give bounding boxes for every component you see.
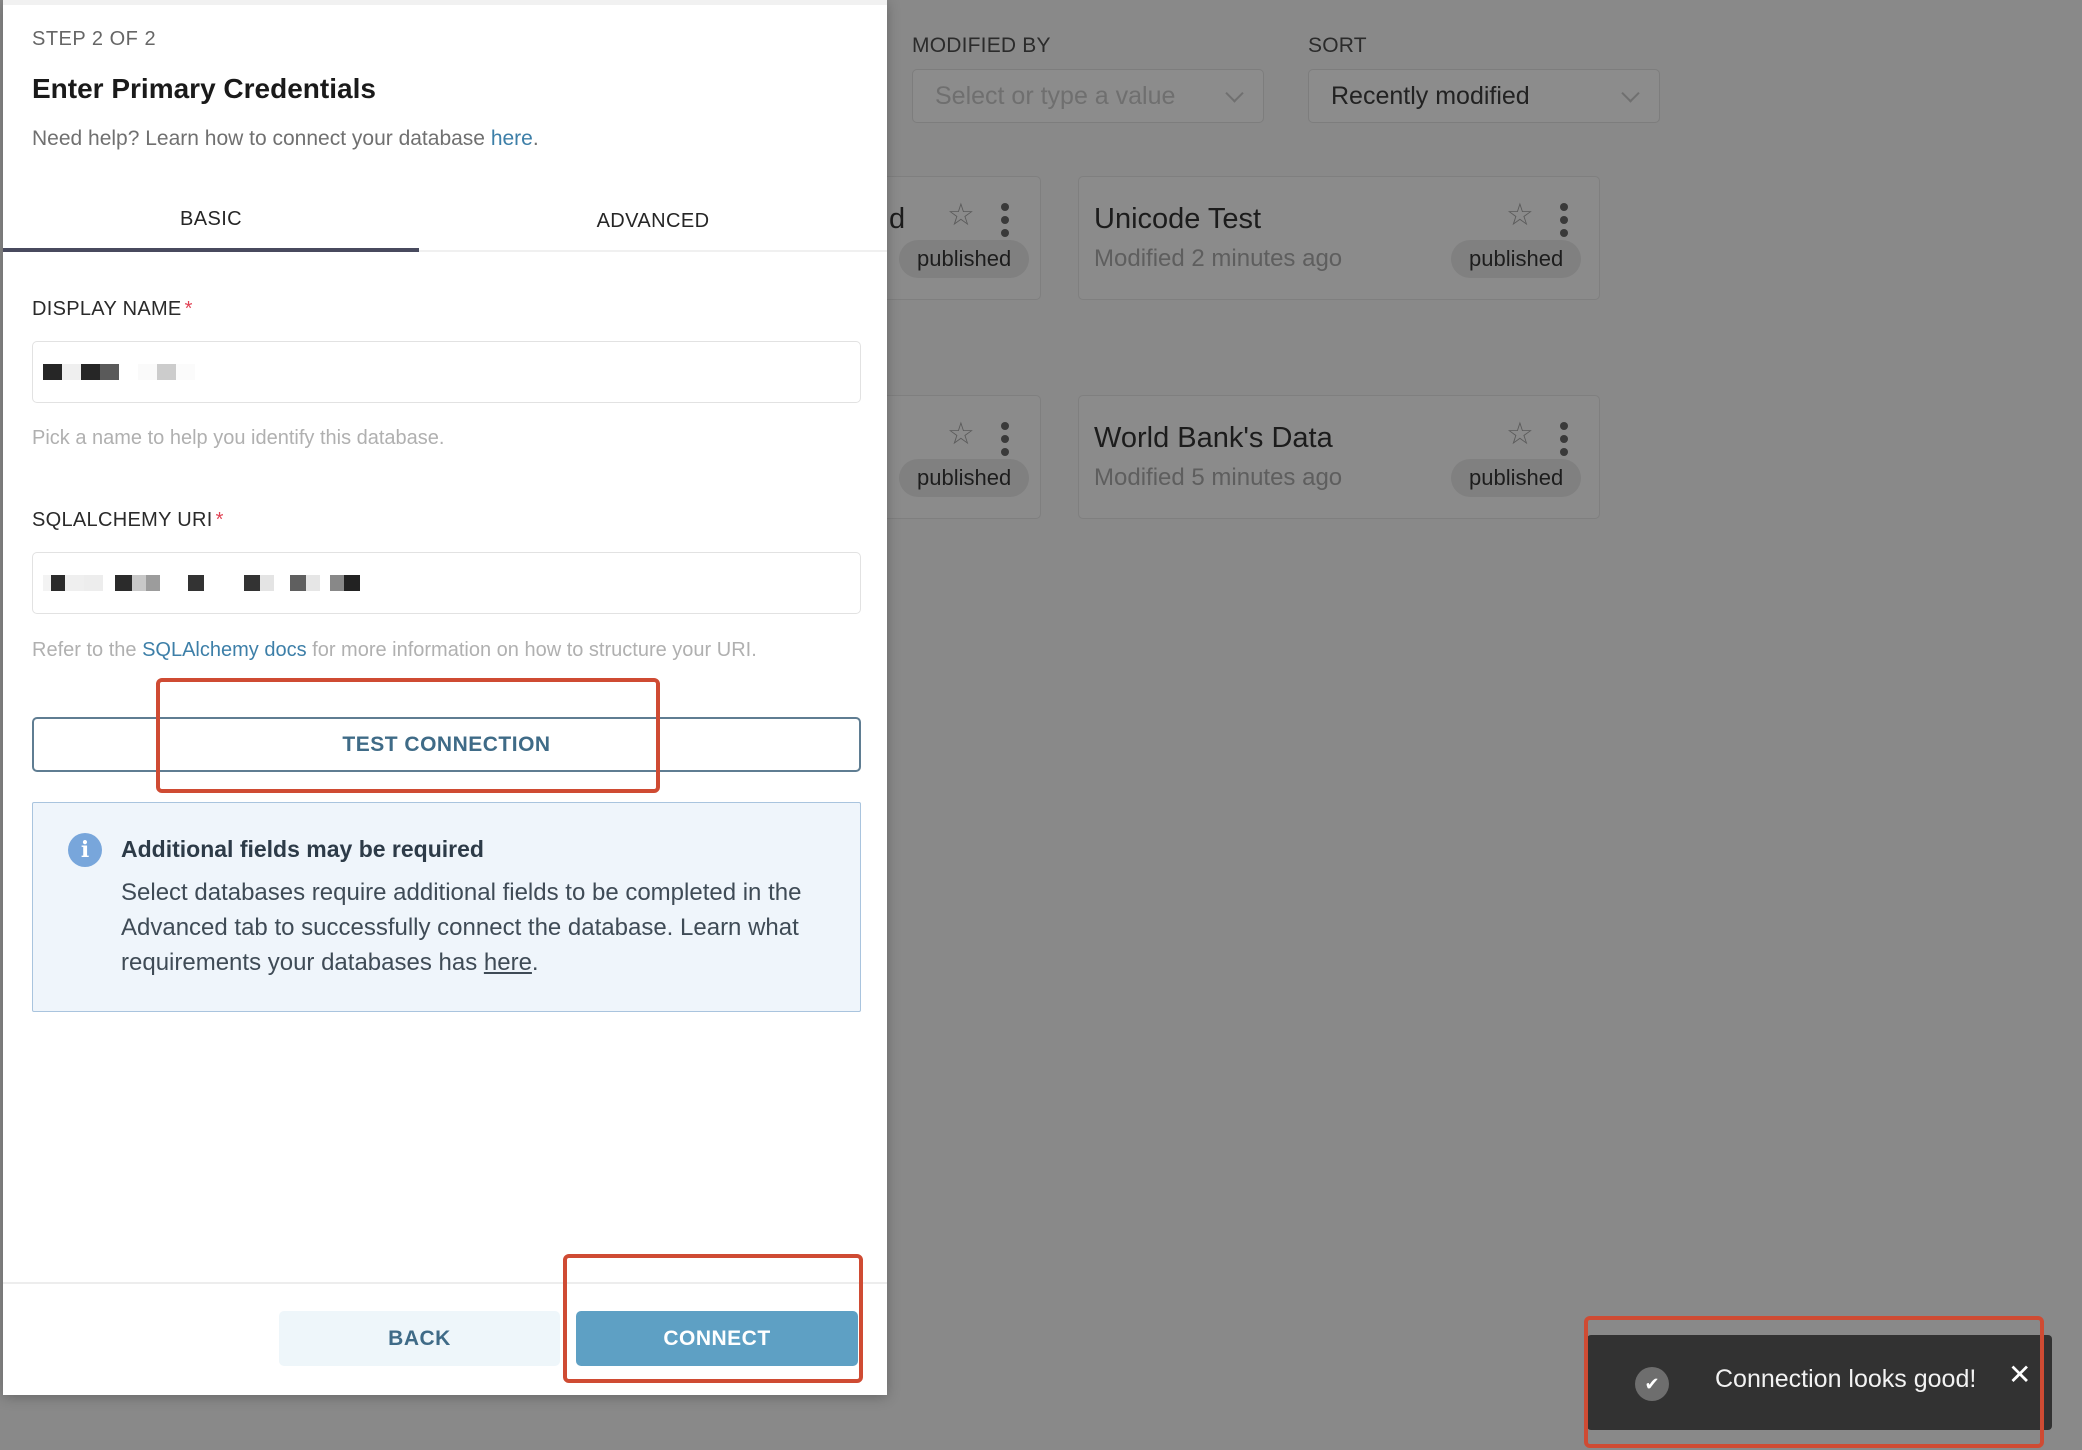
chevron-down-icon [1621,84,1640,103]
check-circle-icon: ✔ [1635,1367,1669,1401]
required-asterisk: * [215,509,224,531]
sqlalchemy-uri-label-text: SQLALCHEMY URI [32,509,213,531]
info-alert: i Additional fields may be required Sele… [32,802,861,1012]
display-name-input[interactable] [32,341,861,403]
status-badge: published [1451,459,1582,497]
toast-message: Connection looks good! [1715,1365,1977,1393]
info-alert-body: Select databases require additional fiel… [121,875,841,980]
card-modified: Modified 2 minutes ago [1094,245,1343,272]
sqlalchemy-uri-label: SQLALCHEMY URI * [32,509,224,532]
status-badge: published [899,240,1030,278]
more-options-icon[interactable] [1001,203,1009,237]
step-indicator: STEP 2 OF 2 [32,28,157,50]
sqlalchemy-docs-link[interactable]: SQLAlchemy docs [142,639,307,661]
sqlalchemy-uri-hint: Refer to the SQLAlchemy docs for more in… [32,639,757,662]
more-options-icon[interactable] [1560,203,1568,237]
more-options-icon[interactable] [1001,422,1009,456]
display-name-hint: Pick a name to help you identify this da… [32,427,445,449]
uri-hint-prefix: Refer to the [32,639,143,661]
modal-top-border [3,0,887,5]
chevron-down-icon [1225,84,1244,103]
connect-database-modal: STEP 2 OF 2 Enter Primary Credentials Ne… [3,0,887,1395]
database-card[interactable]: ☆ published [860,395,1041,519]
star-icon[interactable]: ☆ [1506,199,1534,230]
info-alert-text: Select databases require additional fiel… [121,879,802,976]
database-card[interactable]: d ☆ published [860,176,1041,300]
card-modified: Modified 5 minutes ago [1094,464,1343,491]
modal-title: Enter Primary Credentials [32,73,376,104]
card-title: d [889,203,906,235]
uri-hint-suffix: for more information on how to structure… [306,639,757,661]
modified-by-select[interactable]: Select or type a value [912,69,1264,123]
footer-divider [3,1282,887,1284]
sqlalchemy-uri-input[interactable] [32,552,861,614]
tab-bar: BASIC ADVANCED [3,190,887,252]
status-badge: published [1451,240,1582,278]
database-card[interactable]: Unicode Test Modified 2 minutes ago ☆ pu… [1078,176,1600,300]
help-text-prefix: Need help? Learn how to connect your dat… [32,127,491,150]
card-title: World Bank's Data [1094,422,1333,454]
star-icon[interactable]: ☆ [947,418,975,449]
sort-select[interactable]: Recently modified [1308,69,1660,123]
sort-label: SORT [1308,34,1367,57]
redacted-value [43,364,195,380]
back-button[interactable]: BACK [279,1311,560,1366]
status-badge: published [899,459,1030,497]
tab-basic[interactable]: BASIC [3,190,419,252]
help-text-suffix: . [532,127,539,150]
star-icon[interactable]: ☆ [1506,418,1534,449]
sort-value: Recently modified [1331,81,1530,110]
success-toast: ✔ Connection looks good! ✕ [1587,1335,2052,1430]
tab-advanced[interactable]: ADVANCED [419,190,887,252]
info-alert-title: Additional fields may be required [121,836,484,862]
redacted-value [43,575,360,591]
required-asterisk: * [184,298,193,320]
close-icon[interactable]: ✕ [2008,1361,2031,1389]
modified-by-label: MODIFIED BY [912,34,1051,57]
display-name-label: DISPLAY NAME * [32,298,193,321]
display-name-label-text: DISPLAY NAME [32,298,182,320]
more-options-icon[interactable] [1560,422,1568,456]
info-alert-suffix: . [531,949,539,976]
requirements-link[interactable]: here [484,949,532,976]
database-card[interactable]: World Bank's Data Modified 5 minutes ago… [1078,395,1600,519]
info-icon: i [68,833,102,867]
test-connection-button[interactable]: TEST CONNECTION [32,717,861,772]
star-icon[interactable]: ☆ [947,199,975,230]
connect-button[interactable]: CONNECT [576,1311,858,1366]
modified-by-placeholder: Select or type a value [935,81,1176,110]
help-text: Need help? Learn how to connect your dat… [32,127,539,151]
card-title: Unicode Test [1094,203,1262,235]
help-link[interactable]: here [491,127,533,150]
